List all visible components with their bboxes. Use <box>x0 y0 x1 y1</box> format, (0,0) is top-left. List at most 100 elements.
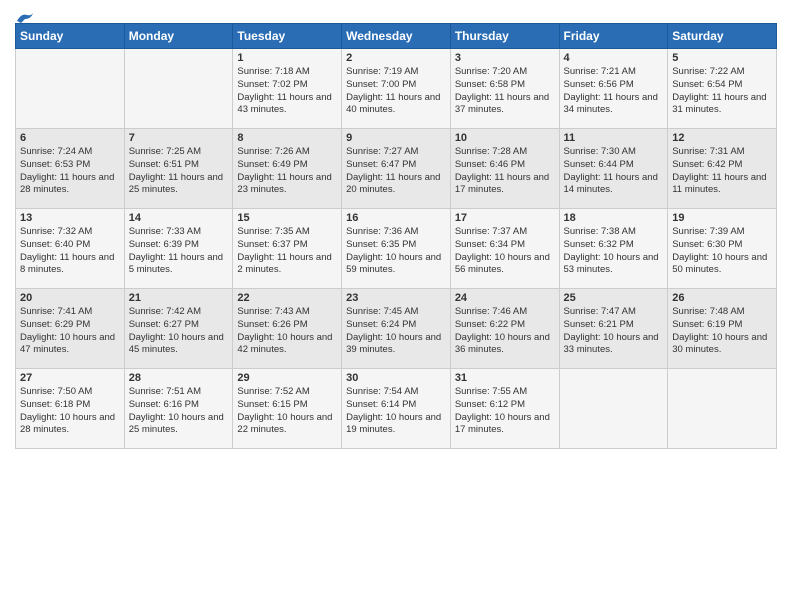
day-number: 23 <box>346 292 446 304</box>
day-number: 10 <box>455 132 555 144</box>
cell-content: Sunrise: 7:45 AM Sunset: 6:24 PM Dayligh… <box>346 306 446 357</box>
week-row-1: 1 Sunrise: 7:18 AM Sunset: 7:02 PM Daylig… <box>16 49 777 129</box>
calendar-cell: 10 Sunrise: 7:28 AM Sunset: 6:46 PM Dayli… <box>450 129 559 209</box>
cell-content: Sunrise: 7:55 AM Sunset: 6:12 PM Dayligh… <box>455 386 555 437</box>
calendar-cell: 26 Sunrise: 7:48 AM Sunset: 6:19 PM Dayli… <box>668 289 777 369</box>
day-header-wednesday: Wednesday <box>342 24 451 49</box>
day-number: 1 <box>237 52 337 64</box>
day-number: 22 <box>237 292 337 304</box>
day-header-sunday: Sunday <box>16 24 125 49</box>
day-number: 7 <box>129 132 229 144</box>
calendar-cell: 31 Sunrise: 7:55 AM Sunset: 6:12 PM Dayli… <box>450 369 559 449</box>
week-row-3: 13 Sunrise: 7:32 AM Sunset: 6:40 PM Dayli… <box>16 209 777 289</box>
day-number: 30 <box>346 372 446 384</box>
calendar-cell: 5 Sunrise: 7:22 AM Sunset: 6:54 PM Daylig… <box>668 49 777 129</box>
week-row-5: 27Sunrise: 7:50 AM Sunset: 6:18 PM Dayli… <box>16 369 777 449</box>
calendar-cell: 20 Sunrise: 7:41 AM Sunset: 6:29 PM Dayli… <box>16 289 125 369</box>
cell-content: Sunrise: 7:25 AM Sunset: 6:51 PM Dayligh… <box>129 146 229 197</box>
calendar-table: SundayMondayTuesdayWednesdayThursdayFrid… <box>15 23 777 449</box>
cell-content: Sunrise: 7:35 AM Sunset: 6:37 PM Dayligh… <box>237 226 337 277</box>
calendar-cell <box>124 49 233 129</box>
calendar-cell: 9 Sunrise: 7:27 AM Sunset: 6:47 PM Daylig… <box>342 129 451 209</box>
cell-content: Sunrise: 7:52 AM Sunset: 6:15 PM Dayligh… <box>237 386 337 437</box>
calendar-cell: 14Sunrise: 7:33 AM Sunset: 6:39 PM Dayli… <box>124 209 233 289</box>
day-number: 25 <box>564 292 664 304</box>
calendar-cell: 15Sunrise: 7:35 AM Sunset: 6:37 PM Dayli… <box>233 209 342 289</box>
cell-content: Sunrise: 7:46 AM Sunset: 6:22 PM Dayligh… <box>455 306 555 357</box>
cell-content: Sunrise: 7:22 AM Sunset: 6:54 PM Dayligh… <box>672 66 772 117</box>
cell-content: Sunrise: 7:51 AM Sunset: 6:16 PM Dayligh… <box>129 386 229 437</box>
cell-content: Sunrise: 7:48 AM Sunset: 6:19 PM Dayligh… <box>672 306 772 357</box>
calendar-cell <box>559 369 668 449</box>
cell-content: Sunrise: 7:28 AM Sunset: 6:46 PM Dayligh… <box>455 146 555 197</box>
calendar-body: 1 Sunrise: 7:18 AM Sunset: 7:02 PM Daylig… <box>16 49 777 449</box>
calendar-cell <box>16 49 125 129</box>
calendar-cell: 25 Sunrise: 7:47 AM Sunset: 6:21 PM Dayli… <box>559 289 668 369</box>
cell-content: Sunrise: 7:42 AM Sunset: 6:27 PM Dayligh… <box>129 306 229 357</box>
logo-bird-icon <box>15 11 33 25</box>
cell-content: Sunrise: 7:20 AM Sunset: 6:58 PM Dayligh… <box>455 66 555 117</box>
week-row-2: 6Sunrise: 7:24 AM Sunset: 6:53 PM Daylig… <box>16 129 777 209</box>
calendar-cell: 13 Sunrise: 7:32 AM Sunset: 6:40 PM Dayli… <box>16 209 125 289</box>
day-number: 5 <box>672 52 772 64</box>
day-number: 3 <box>455 52 555 64</box>
cell-content: Sunrise: 7:18 AM Sunset: 7:02 PM Dayligh… <box>237 66 337 117</box>
day-number: 26 <box>672 292 772 304</box>
header-row: SundayMondayTuesdayWednesdayThursdayFrid… <box>16 24 777 49</box>
cell-content: Sunrise: 7:36 AM Sunset: 6:35 PM Dayligh… <box>346 226 446 277</box>
cell-content: Sunrise: 7:37 AM Sunset: 6:34 PM Dayligh… <box>455 226 555 277</box>
calendar-cell: 7 Sunrise: 7:25 AM Sunset: 6:51 PM Daylig… <box>124 129 233 209</box>
day-number: 6 <box>20 132 120 144</box>
cell-content: Sunrise: 7:31 AM Sunset: 6:42 PM Dayligh… <box>672 146 772 197</box>
calendar-cell: 8Sunrise: 7:26 AM Sunset: 6:49 PM Daylig… <box>233 129 342 209</box>
week-row-4: 20 Sunrise: 7:41 AM Sunset: 6:29 PM Dayli… <box>16 289 777 369</box>
calendar-cell: 1 Sunrise: 7:18 AM Sunset: 7:02 PM Daylig… <box>233 49 342 129</box>
calendar-cell: 16 Sunrise: 7:36 AM Sunset: 6:35 PM Dayli… <box>342 209 451 289</box>
cell-content: Sunrise: 7:19 AM Sunset: 7:00 PM Dayligh… <box>346 66 446 117</box>
day-number: 16 <box>346 212 446 224</box>
day-number: 28 <box>129 372 229 384</box>
cell-content: Sunrise: 7:54 AM Sunset: 6:14 PM Dayligh… <box>346 386 446 437</box>
cell-content: Sunrise: 7:47 AM Sunset: 6:21 PM Dayligh… <box>564 306 664 357</box>
day-number: 27 <box>20 372 120 384</box>
calendar-cell: 29 Sunrise: 7:52 AM Sunset: 6:15 PM Dayli… <box>233 369 342 449</box>
calendar-cell: 23 Sunrise: 7:45 AM Sunset: 6:24 PM Dayli… <box>342 289 451 369</box>
cell-content: Sunrise: 7:38 AM Sunset: 6:32 PM Dayligh… <box>564 226 664 277</box>
day-number: 11 <box>564 132 664 144</box>
day-header-friday: Friday <box>559 24 668 49</box>
cell-content: Sunrise: 7:21 AM Sunset: 6:56 PM Dayligh… <box>564 66 664 117</box>
day-number: 31 <box>455 372 555 384</box>
day-number: 18 <box>564 212 664 224</box>
day-number: 20 <box>20 292 120 304</box>
day-number: 17 <box>455 212 555 224</box>
calendar-cell <box>668 369 777 449</box>
day-number: 21 <box>129 292 229 304</box>
calendar-cell: 21 Sunrise: 7:42 AM Sunset: 6:27 PM Dayli… <box>124 289 233 369</box>
calendar-cell: 22Sunrise: 7:43 AM Sunset: 6:26 PM Dayli… <box>233 289 342 369</box>
day-header-saturday: Saturday <box>668 24 777 49</box>
day-header-tuesday: Tuesday <box>233 24 342 49</box>
calendar-cell: 17 Sunrise: 7:37 AM Sunset: 6:34 PM Dayli… <box>450 209 559 289</box>
day-number: 4 <box>564 52 664 64</box>
calendar-cell: 12 Sunrise: 7:31 AM Sunset: 6:42 PM Dayli… <box>668 129 777 209</box>
cell-content: Sunrise: 7:41 AM Sunset: 6:29 PM Dayligh… <box>20 306 120 357</box>
day-number: 14 <box>129 212 229 224</box>
cell-content: Sunrise: 7:30 AM Sunset: 6:44 PM Dayligh… <box>564 146 664 197</box>
day-header-monday: Monday <box>124 24 233 49</box>
cell-content: Sunrise: 7:27 AM Sunset: 6:47 PM Dayligh… <box>346 146 446 197</box>
day-number: 12 <box>672 132 772 144</box>
day-number: 9 <box>346 132 446 144</box>
calendar-cell: 6Sunrise: 7:24 AM Sunset: 6:53 PM Daylig… <box>16 129 125 209</box>
cell-content: Sunrise: 7:39 AM Sunset: 6:30 PM Dayligh… <box>672 226 772 277</box>
day-number: 8 <box>237 132 337 144</box>
day-number: 13 <box>20 212 120 224</box>
day-number: 24 <box>455 292 555 304</box>
day-number: 29 <box>237 372 337 384</box>
calendar-cell: 2 Sunrise: 7:19 AM Sunset: 7:00 PM Daylig… <box>342 49 451 129</box>
calendar-cell: 11 Sunrise: 7:30 AM Sunset: 6:44 PM Dayli… <box>559 129 668 209</box>
calendar-cell: 28 Sunrise: 7:51 AM Sunset: 6:16 PM Dayli… <box>124 369 233 449</box>
calendar-cell: 19Sunrise: 7:39 AM Sunset: 6:30 PM Dayli… <box>668 209 777 289</box>
cell-content: Sunrise: 7:32 AM Sunset: 6:40 PM Dayligh… <box>20 226 120 277</box>
calendar-header: SundayMondayTuesdayWednesdayThursdayFrid… <box>16 24 777 49</box>
day-number: 2 <box>346 52 446 64</box>
